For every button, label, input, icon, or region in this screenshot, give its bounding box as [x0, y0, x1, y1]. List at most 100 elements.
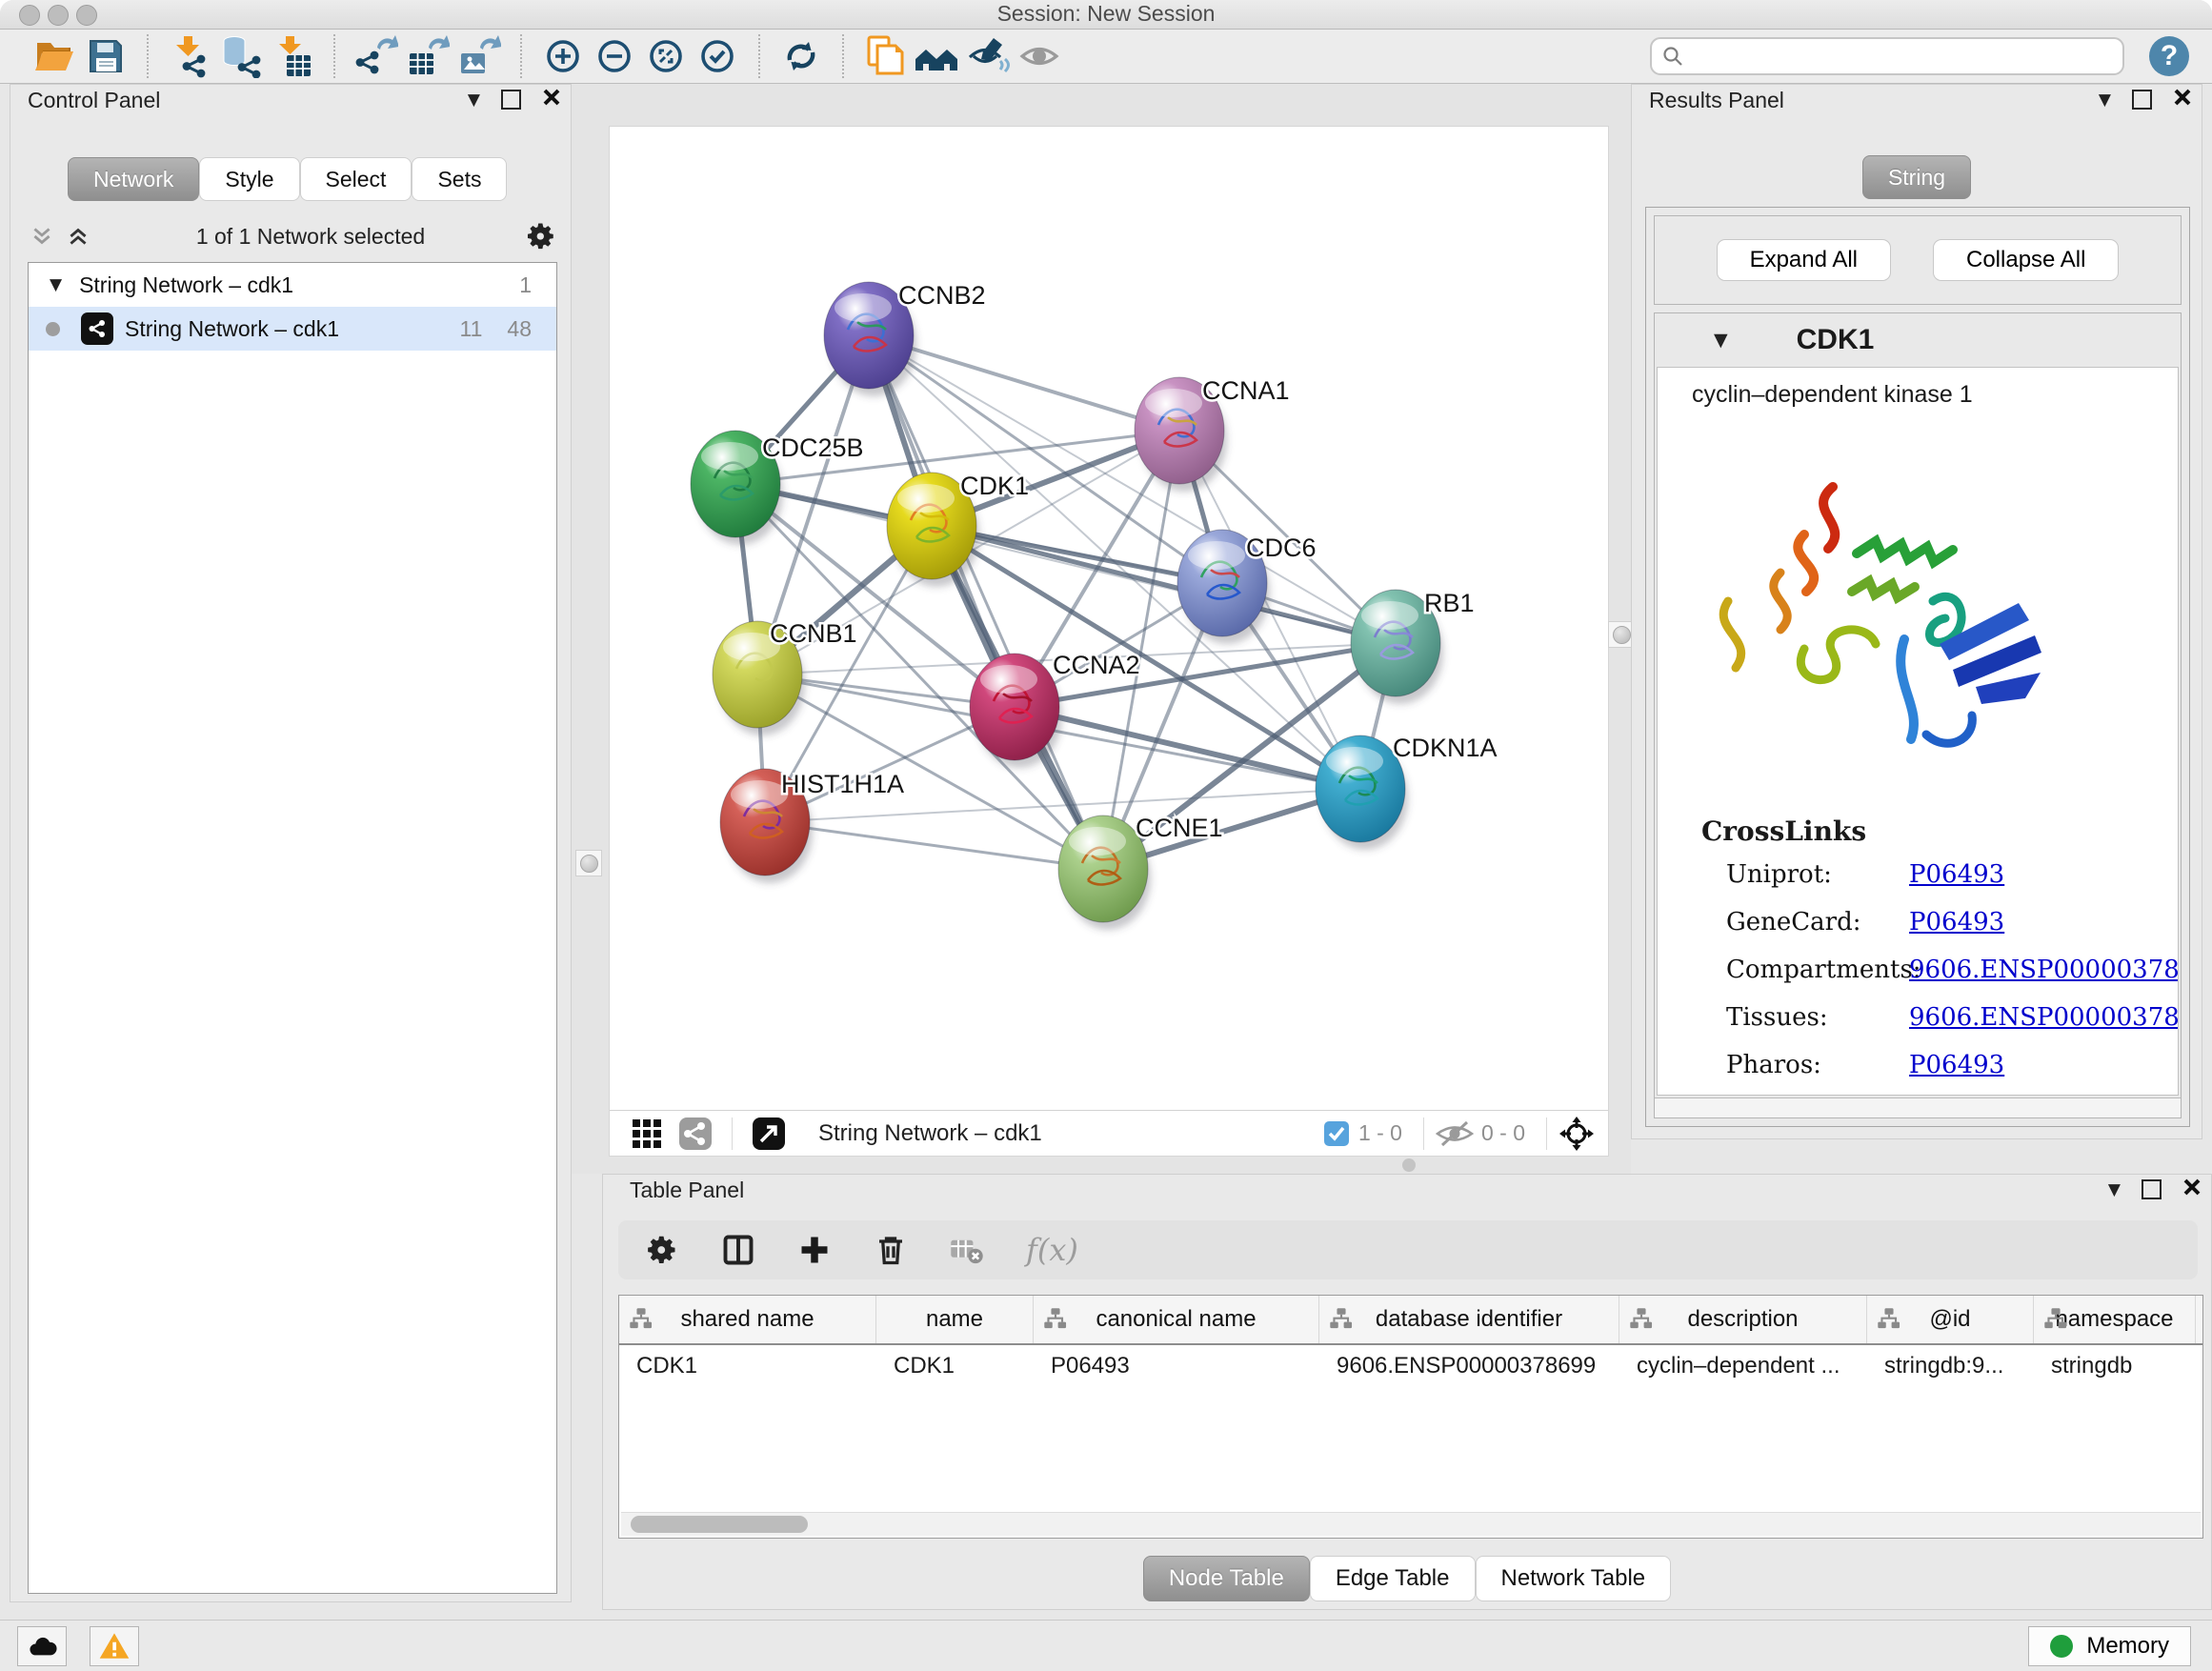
table-cell: CDK1: [876, 1353, 1034, 1379]
function-builder-icon[interactable]: f(x): [1026, 1232, 1078, 1268]
edge-CCNA2-CDKN1A[interactable]: [1015, 707, 1360, 789]
crosslink-row: Uniprot:P06493: [1726, 860, 2168, 889]
crosslink-link[interactable]: 9606.ENSP00000378699: [1909, 1003, 2179, 1032]
selected-checkbox-icon[interactable]: [1322, 1119, 1351, 1148]
left-splitter-handle[interactable]: [575, 850, 602, 876]
column-header-name[interactable]: name: [876, 1296, 1034, 1343]
panel-menu-icon[interactable]: ▼: [468, 91, 480, 110]
table-toolbar: f(x): [618, 1220, 2198, 1279]
eye-button[interactable]: [1014, 31, 1065, 81]
collapse-all-button[interactable]: Collapse All: [1933, 239, 2119, 281]
tab-network-table[interactable]: Network Table: [1476, 1556, 1672, 1601]
float-panel-icon[interactable]: [2142, 1179, 2162, 1199]
tab-node-table[interactable]: Node Table: [1143, 1556, 1310, 1601]
panel-menu-icon[interactable]: ▼: [2108, 1180, 2121, 1199]
control-panel-header: Control Panel ▼: [10, 85, 571, 117]
crosslink-label: Compartments:: [1726, 956, 1909, 984]
network-options-gear-icon[interactable]: [525, 220, 557, 252]
tab-edge-table[interactable]: Edge Table: [1310, 1556, 1476, 1601]
zoom-in-button[interactable]: [537, 31, 589, 81]
node-CCNA2[interactable]: [970, 654, 1062, 768]
hidden-eye-icon[interactable]: [1436, 1119, 1474, 1148]
search-box: [1650, 37, 2124, 75]
home-pair-button[interactable]: [911, 31, 962, 81]
crosslink-link[interactable]: 9606.ENSP00000378699: [1909, 956, 2179, 984]
network-view[interactable]: CCNB2CCNA1CDC25BCDK1CDC6RB1CCNB1CCNA2CDK…: [610, 127, 1608, 1156]
table-options-gear-icon[interactable]: [645, 1233, 679, 1267]
import-table-file-button[interactable]: [267, 31, 318, 81]
close-panel-icon[interactable]: [542, 88, 561, 111]
table-row[interactable]: CDK1CDK1P064939606.ENSP00000378699cyclin…: [619, 1345, 2202, 1387]
crosslink-link[interactable]: P06493: [1909, 1051, 2004, 1079]
zoom-fit-button[interactable]: [640, 31, 692, 81]
column-header-database-identifier[interactable]: database identifier: [1319, 1296, 1619, 1343]
tab-select[interactable]: Select: [300, 157, 412, 201]
save-session-button[interactable]: [80, 31, 131, 81]
column-header--id[interactable]: @id: [1867, 1296, 2034, 1343]
export-table-button[interactable]: [402, 31, 453, 81]
tab-string[interactable]: String: [1862, 155, 1971, 199]
float-panel-icon[interactable]: [2132, 90, 2152, 110]
string-results-box: Expand All Collapse All ▼ CDK1 cyclin–de…: [1645, 207, 2190, 1127]
network-view-title: String Network – cdk1: [818, 1120, 1042, 1147]
tab-sets[interactable]: Sets: [412, 157, 507, 201]
add-column-icon[interactable]: [797, 1233, 832, 1267]
scrollbar-thumb[interactable]: [631, 1516, 808, 1533]
results-scroll-strip[interactable]: [1655, 1097, 2181, 1117]
gene-section-header[interactable]: ▼ CDK1: [1655, 313, 2181, 367]
delete-column-icon[interactable]: [874, 1233, 908, 1267]
open-session-button[interactable]: [29, 31, 80, 81]
network-row[interactable]: String Network – cdk1 11 48: [29, 307, 556, 351]
expand-all-networks-icon[interactable]: [30, 224, 54, 249]
documents-button[interactable]: [859, 31, 911, 81]
edge-HIST1H1A-CCNE1[interactable]: [765, 822, 1103, 869]
status-bar: Memory: [0, 1620, 2212, 1671]
memory-button[interactable]: Memory: [2028, 1626, 2191, 1666]
collection-expand-icon[interactable]: ▼: [50, 275, 62, 294]
network-canvas-svg[interactable]: CCNB2CCNA1CDC25BCDK1CDC6RB1CCNB1CCNA2CDK…: [610, 127, 1608, 1110]
table-cell: P06493: [1034, 1353, 1319, 1379]
tab-network[interactable]: Network: [68, 157, 199, 201]
export-network-button[interactable]: [351, 31, 402, 81]
eye-pen-button[interactable]: [962, 31, 1014, 81]
section-expand-icon[interactable]: ▼: [1714, 330, 1728, 351]
search-input[interactable]: [1684, 43, 2122, 70]
network-badge-icon[interactable]: [678, 1117, 713, 1151]
birdseye-crosshair-icon[interactable]: [1558, 1116, 1595, 1152]
collapse-all-networks-icon[interactable]: [66, 224, 90, 249]
network-collection-row[interactable]: ▼ String Network – cdk1 1: [29, 263, 556, 307]
column-header-canonical-name[interactable]: canonical name: [1034, 1296, 1319, 1343]
results-panel-title: Results Panel: [1649, 88, 1784, 113]
main-toolbar-row: ?: [0, 30, 2212, 84]
expand-all-button[interactable]: Expand All: [1717, 239, 1891, 281]
export-image-button[interactable]: [453, 31, 505, 81]
memory-status-icon: [2050, 1635, 2073, 1658]
grid-view-icon[interactable]: [631, 1117, 663, 1150]
crosslinks-title: CrossLinks: [1701, 815, 2168, 847]
crosslink-label: Tissues:: [1726, 1003, 1909, 1032]
import-network-file-button[interactable]: [164, 31, 215, 81]
column-header-shared-name[interactable]: shared name: [619, 1296, 876, 1343]
zoom-out-button[interactable]: [589, 31, 640, 81]
delete-table-icon[interactable]: [950, 1233, 984, 1267]
tab-style[interactable]: Style: [199, 157, 299, 201]
cloud-icon[interactable]: [17, 1626, 67, 1666]
node-count: 11: [460, 316, 483, 342]
open-in-window-icon[interactable]: [752, 1117, 786, 1151]
warning-icon[interactable]: [90, 1626, 139, 1666]
crosslink-link[interactable]: P06493: [1909, 908, 2004, 936]
zoom-selected-button[interactable]: [692, 31, 743, 81]
bottom-splitter-handle[interactable]: [1402, 1158, 1416, 1172]
panel-menu-icon[interactable]: ▼: [2099, 91, 2111, 110]
close-panel-icon[interactable]: [2182, 1178, 2202, 1201]
help-button[interactable]: ?: [2149, 36, 2189, 76]
close-panel-icon[interactable]: [2173, 88, 2192, 111]
import-network-database-button[interactable]: [215, 31, 267, 81]
crosslink-link[interactable]: P06493: [1909, 860, 2004, 889]
column-header-namespace[interactable]: namespace: [2034, 1296, 2196, 1343]
float-panel-icon[interactable]: [501, 90, 521, 110]
column-header-description[interactable]: description: [1619, 1296, 1867, 1343]
refresh-view-button[interactable]: [775, 31, 827, 81]
table-horizontal-scrollbar[interactable]: [621, 1512, 2201, 1536]
show-column-icon[interactable]: [721, 1233, 755, 1267]
